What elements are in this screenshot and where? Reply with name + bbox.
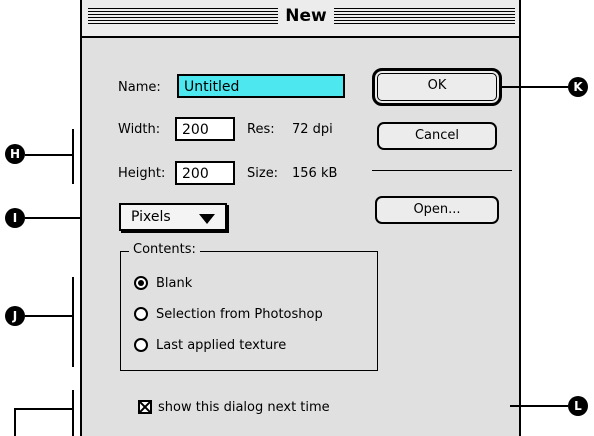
radio-last-texture-label[interactable]: Last applied texture bbox=[156, 338, 286, 353]
name-field[interactable]: Untitled bbox=[177, 74, 345, 98]
callout-h-bracket bbox=[72, 129, 74, 184]
title-stripes-left bbox=[88, 8, 278, 26]
size-value: 156 kB bbox=[292, 166, 338, 181]
new-dialog: New Name: Untitled Width: 200 Res: 72 dp… bbox=[80, 0, 521, 436]
height-field[interactable]: 200 bbox=[175, 161, 235, 185]
chevron-down-icon bbox=[199, 214, 215, 224]
radio-last-applied-texture[interactable] bbox=[134, 338, 148, 352]
show-dialog-checkbox[interactable] bbox=[138, 400, 152, 414]
callout-l-left-line-h bbox=[14, 408, 74, 410]
callout-l-line bbox=[510, 405, 568, 407]
show-dialog-label[interactable]: show this dialog next time bbox=[158, 400, 330, 415]
name-label: Name: bbox=[118, 80, 161, 95]
name-field-value: Untitled bbox=[184, 79, 240, 95]
callout-l-left-line bbox=[14, 408, 16, 436]
callout-l: L bbox=[568, 396, 588, 416]
width-field[interactable]: 200 bbox=[175, 117, 235, 141]
callout-i: I bbox=[5, 208, 25, 228]
res-label: Res: bbox=[247, 122, 275, 137]
radio-blank[interactable] bbox=[134, 276, 148, 290]
dialog-title: New bbox=[278, 6, 334, 26]
ok-button[interactable]: OK bbox=[372, 68, 502, 106]
units-popup[interactable]: Pixels bbox=[119, 203, 227, 231]
divider bbox=[372, 170, 512, 171]
radio-selection-from-photoshop[interactable] bbox=[134, 307, 148, 321]
size-label: Size: bbox=[247, 166, 279, 181]
callout-k: K bbox=[568, 77, 588, 97]
radio-selection-label[interactable]: Selection from Photoshop bbox=[156, 307, 323, 322]
radio-blank-label[interactable]: Blank bbox=[156, 276, 192, 291]
callout-l-left-line-v bbox=[72, 390, 74, 436]
open-button[interactable]: Open... bbox=[375, 196, 499, 224]
callout-j: J bbox=[5, 306, 25, 326]
callout-h: H bbox=[5, 144, 25, 164]
callout-k-line bbox=[500, 86, 568, 88]
callout-h-line bbox=[25, 154, 73, 156]
title-bar[interactable]: New bbox=[82, 0, 519, 38]
cancel-button[interactable]: Cancel bbox=[377, 122, 497, 150]
res-value: 72 dpi bbox=[292, 122, 333, 137]
title-stripes-right bbox=[334, 8, 515, 26]
callout-j-bracket bbox=[72, 277, 74, 367]
height-label: Height: bbox=[118, 166, 166, 181]
contents-label: Contents: bbox=[129, 242, 200, 257]
width-label: Width: bbox=[118, 122, 161, 137]
units-popup-value: Pixels bbox=[131, 209, 171, 225]
callout-j-line bbox=[25, 315, 73, 317]
